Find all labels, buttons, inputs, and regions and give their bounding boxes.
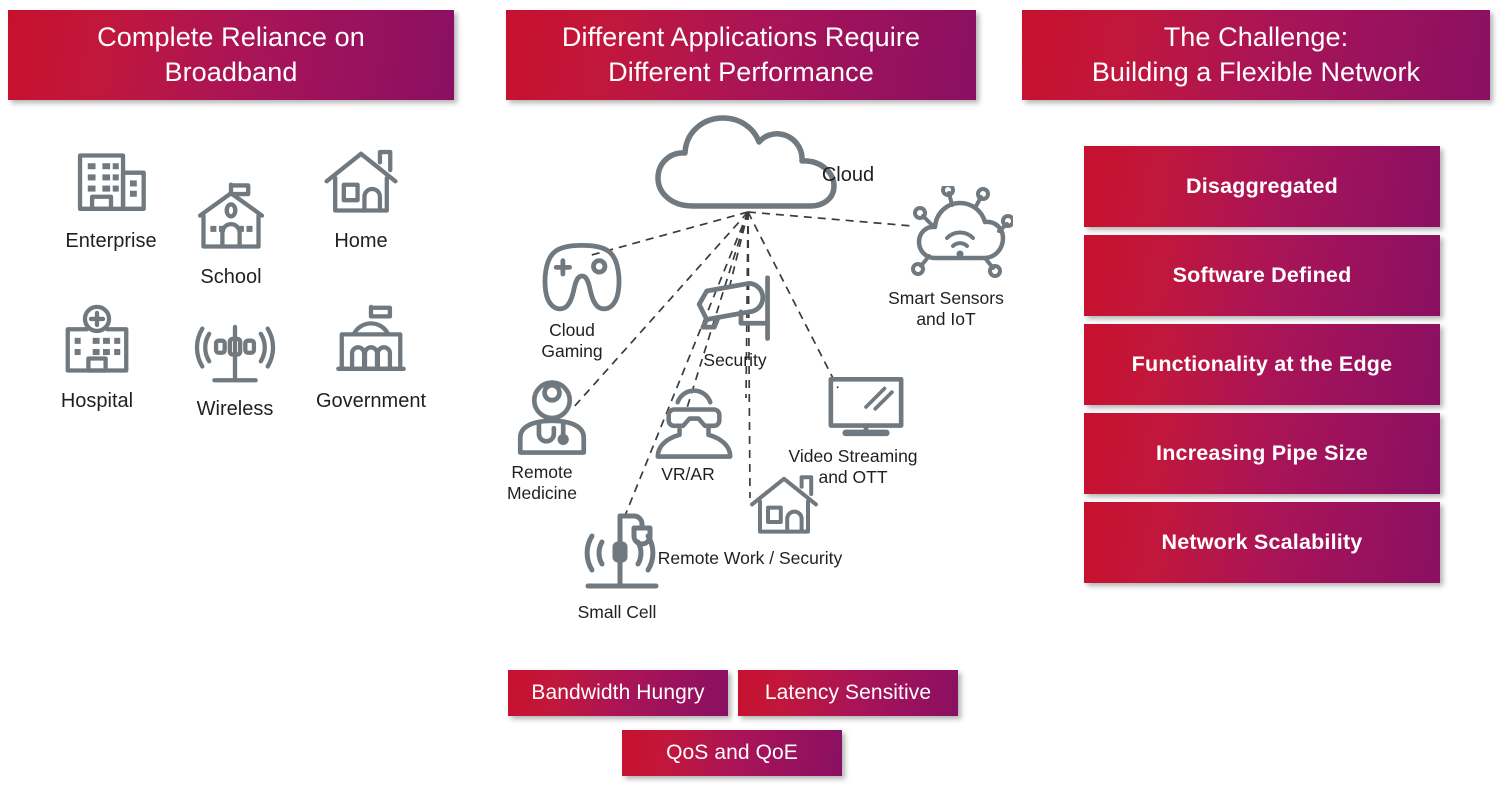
diagram-label-cloud-gaming: Cloud Gaming bbox=[541, 320, 603, 361]
challenge-list: Disaggregated Software Defined Functiona… bbox=[1084, 146, 1440, 591]
challenge-label-software-defined: Software Defined bbox=[1172, 263, 1352, 287]
header-complete-reliance: Complete Reliance on Broadband bbox=[8, 10, 454, 100]
header-left-text: Complete Reliance on Broadband bbox=[97, 22, 365, 87]
reliance-label-hospital: Hospital bbox=[60, 390, 134, 412]
reliance-item-school: School bbox=[156, 176, 306, 289]
diagram-label-remote-work: Remote Work / Security bbox=[657, 548, 843, 568]
reliance-item-wireless: Wireless bbox=[160, 308, 310, 421]
diagram-node-remote-medicine: Remote Medicine bbox=[472, 376, 612, 503]
challenge-label-increasing-pipe-size: Increasing Pipe Size bbox=[1156, 441, 1368, 465]
game-controller-icon bbox=[502, 232, 642, 318]
challenge-box-functionality-at-the-edge: Functionality at the Edge bbox=[1084, 324, 1440, 405]
iot-cloud-sensor-icon bbox=[866, 183, 1026, 286]
badge-latency-label: Latency Sensitive bbox=[764, 681, 932, 704]
header-center-text: Different Applications Require Different… bbox=[561, 22, 921, 87]
diagram-label-security: Security bbox=[703, 350, 767, 370]
reliance-label-government: Government bbox=[315, 390, 427, 412]
school-building-icon bbox=[156, 176, 306, 262]
header-the-challenge: The Challenge: Building a Flexible Netwo… bbox=[1022, 10, 1490, 100]
reliance-label-home: Home bbox=[334, 230, 388, 252]
header-different-applications: Different Applications Require Different… bbox=[506, 10, 976, 100]
diagram-label-small-cell: Small Cell bbox=[577, 602, 657, 622]
cloud-label: Cloud bbox=[821, 164, 875, 186]
reliance-item-hospital: Hospital bbox=[22, 300, 172, 413]
diagram-node-security: Security bbox=[670, 272, 800, 371]
diagram-node-cloud-gaming: Cloud Gaming bbox=[502, 232, 642, 361]
diagram-label-video-streaming: Video Streaming and OTT bbox=[788, 446, 918, 487]
badge-qos-label: QoS and QoE bbox=[666, 741, 798, 764]
diagram-node-smart-sensors: Smart Sensors and IoT bbox=[866, 183, 1026, 329]
challenge-box-software-defined: Software Defined bbox=[1084, 235, 1440, 316]
diagram-label-remote-medicine: Remote Medicine bbox=[506, 462, 578, 503]
badge-latency-sensitive: Latency Sensitive bbox=[738, 670, 958, 716]
cctv-camera-icon bbox=[670, 272, 800, 348]
challenge-label-network-scalability: Network Scalability bbox=[1161, 530, 1363, 554]
cloud-icon bbox=[648, 108, 848, 218]
challenge-label-disaggregated: Disaggregated bbox=[1186, 174, 1338, 198]
cell-tower-icon bbox=[160, 308, 310, 394]
application-network-diagram: Cloud Cloud Gaming Remote Medicine Small… bbox=[480, 108, 1020, 638]
hospital-building-icon bbox=[22, 300, 172, 386]
reliance-item-home: Home bbox=[286, 140, 436, 253]
television-icon bbox=[778, 370, 928, 444]
reliance-icon-grid: Enterprise School Home Hospital Wireless… bbox=[28, 140, 478, 460]
diagram-label-smart-sensors: Smart Sensors and IoT bbox=[888, 288, 1004, 329]
diagram-node-cloud: Cloud bbox=[648, 108, 874, 218]
badge-bandwidth-label: Bandwidth Hungry bbox=[531, 681, 705, 704]
badge-bandwidth-hungry: Bandwidth Hungry bbox=[508, 670, 728, 716]
challenge-box-network-scalability: Network Scalability bbox=[1084, 502, 1440, 583]
reliance-label-school: School bbox=[200, 266, 262, 288]
diagram-node-video-streaming: Video Streaming and OTT bbox=[778, 370, 928, 487]
house-icon bbox=[286, 140, 436, 226]
reliance-item-government: Government bbox=[296, 300, 446, 413]
vr-headset-person-icon bbox=[628, 386, 748, 462]
challenge-box-increasing-pipe-size: Increasing Pipe Size bbox=[1084, 413, 1440, 494]
slide-canvas: Complete Reliance on Broadband Different… bbox=[0, 0, 1500, 792]
header-right-text: The Challenge: Building a Flexible Netwo… bbox=[1091, 22, 1421, 87]
government-building-icon bbox=[296, 300, 446, 386]
badge-qos-and-qoe: QoS and QoE bbox=[622, 730, 842, 776]
challenge-label-functionality-at-the-edge: Functionality at the Edge bbox=[1131, 352, 1393, 376]
challenge-box-disaggregated: Disaggregated bbox=[1084, 146, 1440, 227]
reliance-label-wireless: Wireless bbox=[196, 398, 274, 420]
doctor-stethoscope-icon bbox=[472, 376, 612, 460]
